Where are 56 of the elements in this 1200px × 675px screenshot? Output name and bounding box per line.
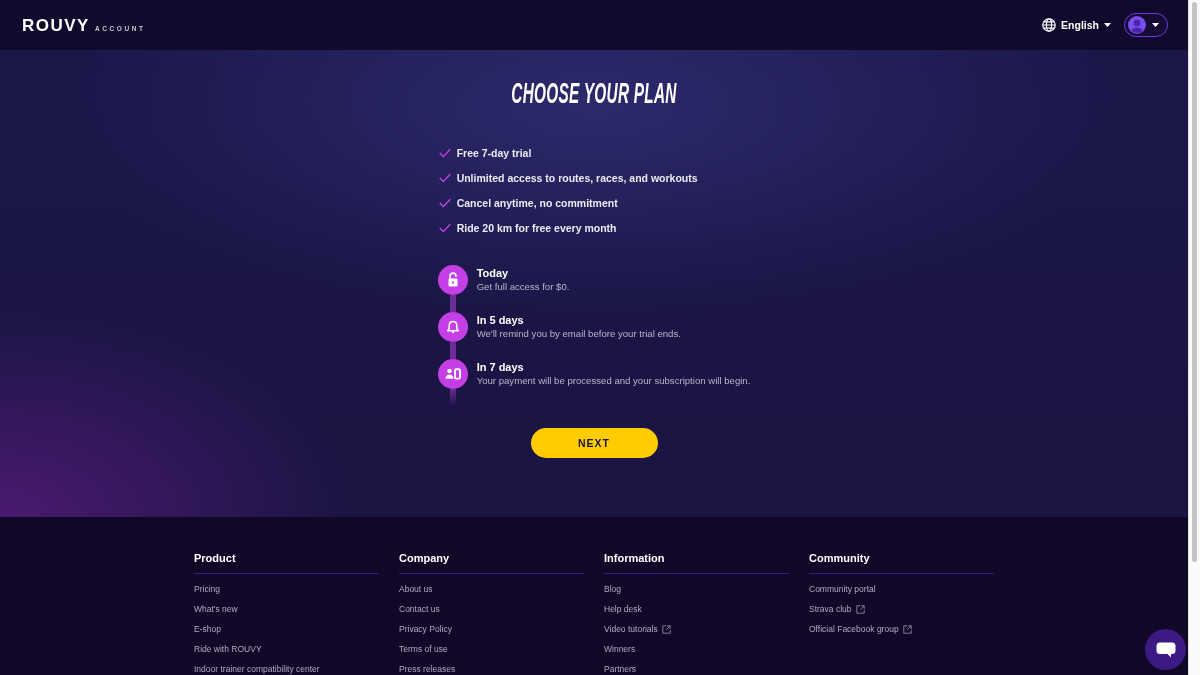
footer-link[interactable]: Winners [604,639,636,659]
caret-icon [1152,23,1159,27]
footer-link[interactable]: About us [399,579,433,599]
step-title: Today [476,266,509,280]
check-icon [438,222,451,233]
footer-heading: Community [809,551,870,566]
bell-icon [437,312,468,342]
check-icon [438,197,451,208]
external-link-icon [855,604,865,614]
step-description: We'll remind you by email before your trial ends. [476,327,681,340]
check-icon [438,172,451,183]
footer-link[interactable]: Ride with ROUVY [194,639,262,659]
footer-link[interactable]: Terms of use [399,639,448,659]
scrollbar-thumb[interactable] [1192,2,1197,562]
globe-icon [1042,18,1057,32]
benefit-text: Free 7-day trial [456,146,532,159]
footer-link[interactable]: Contact us [399,599,440,619]
avatar-icon [1128,16,1146,34]
step-title: In 7 days [476,360,524,374]
step-description: Your payment will be processed and your subscription will begin. [476,374,751,387]
benefit-text: Cancel anytime, no commitment [456,196,618,209]
brand-logo: ROUVY [22,16,90,34]
step-description: Get full access for $0. [476,280,570,293]
chat-bubble-icon [1155,641,1176,658]
timeline-connector [449,342,456,359]
footer-link[interactable]: Press releases [399,659,456,675]
footer-heading: Information [604,551,665,566]
padlock-icon [437,265,468,295]
step-title: In 5 days [476,313,524,327]
footer-link[interactable]: Partners [604,659,637,675]
benefit-text: Ride 20 km for free every month [456,221,617,234]
footer-heading: Company [399,551,450,566]
timeline-connector [449,295,456,312]
account-menu-button[interactable] [1124,13,1168,37]
footer-link[interactable]: Help desk [604,599,642,619]
footer-link[interactable]: Indoor trainer compatibility center [194,659,320,675]
page-title: CHOOSE YOUR PLAN [511,80,677,106]
next-button[interactable]: NEXT [530,428,658,458]
person-card-icon [437,359,468,389]
language-selector[interactable]: English [1042,18,1111,32]
external-link-icon [902,624,912,634]
caret-icon [1104,23,1111,27]
timeline-connector [449,389,456,406]
footer-link[interactable]: Privacy Policy [399,619,452,639]
footer-link[interactable]: Community portal [809,579,876,599]
external-link-icon [661,624,671,634]
footer-heading: Product [194,551,236,566]
footer-link[interactable]: E-shop [194,619,221,639]
footer-link[interactable]: Official Facebook group [809,619,912,639]
check-icon [438,147,451,158]
footer-link[interactable]: Pricing [194,579,220,599]
footer-link[interactable]: What's new [194,599,238,619]
footer-link[interactable]: Video tutorials [604,619,671,639]
footer-link[interactable]: Strava club [809,599,865,619]
benefit-text: Unlimited access to routes, races, and workouts [456,171,698,184]
footer-link[interactable]: Blog [604,579,621,599]
